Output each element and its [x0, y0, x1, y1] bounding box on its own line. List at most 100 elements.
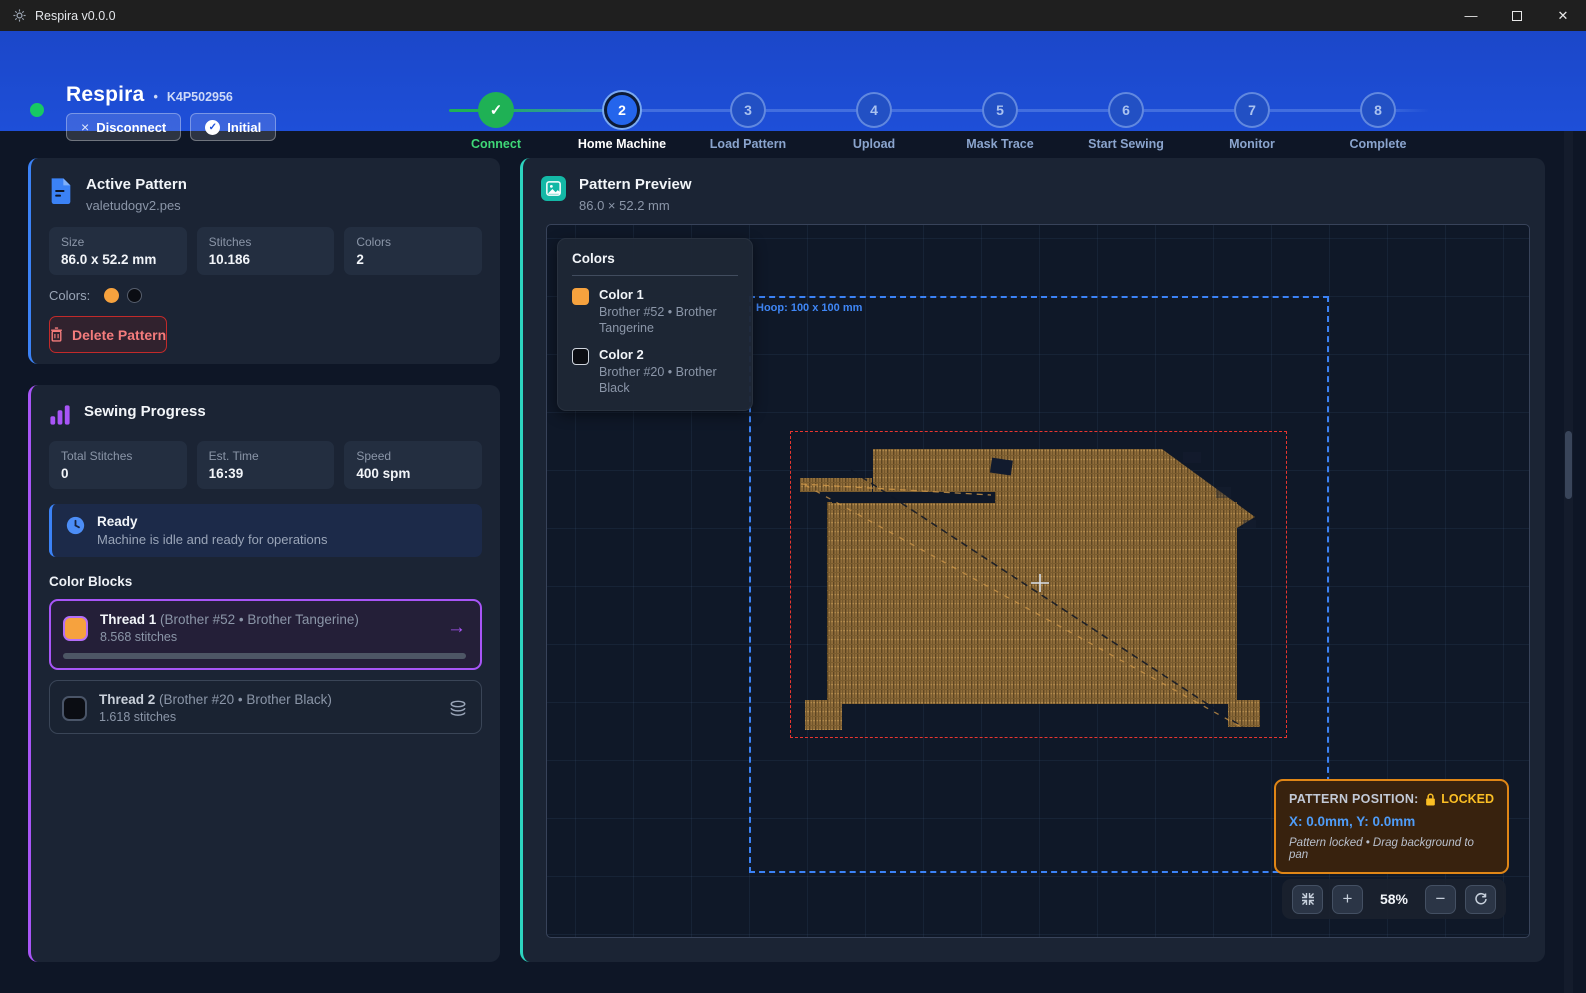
locked-badge: LOCKED	[1425, 792, 1494, 806]
stat-stitches: Stitches 10.186	[197, 227, 335, 275]
step-label: Mask Trace	[966, 137, 1033, 151]
initial-label: Initial	[227, 120, 261, 135]
reset-view-button[interactable]	[1465, 885, 1496, 914]
zoom-toolbar: + 58% −	[1282, 879, 1506, 919]
check-circle-icon: ✓	[205, 120, 220, 135]
hoop-label: Hoop: 100 x 100 mm	[756, 302, 862, 314]
legend-color-detail: Brother #20 • Brother Black	[599, 365, 738, 396]
zoom-out-button[interactable]: −	[1425, 885, 1456, 914]
disconnect-button[interactable]: × Disconnect	[66, 113, 181, 141]
step-home-machine[interactable]: 2 Home Machine	[559, 62, 685, 151]
pattern-preview-title: Pattern Preview	[579, 176, 692, 193]
step-label: Connect	[471, 137, 521, 151]
step-number: 5	[982, 92, 1018, 128]
legend-swatch-tangerine	[572, 288, 589, 305]
image-icon	[541, 176, 566, 201]
reset-view-icon	[1474, 892, 1488, 906]
position-note: Pattern locked • Drag background to pan	[1289, 837, 1494, 861]
stat-value: 10.186	[209, 252, 323, 267]
step-mask-trace[interactable]: 5 Mask Trace	[937, 62, 1063, 151]
thread-name-bold: Thread 1	[100, 612, 156, 627]
maximize-icon	[1512, 11, 1522, 21]
step-label: Upload	[853, 137, 895, 151]
step-number: 4	[856, 92, 892, 128]
legend-swatch-black	[572, 348, 589, 365]
maximize-button[interactable]	[1494, 0, 1540, 31]
step-number: 7	[1234, 92, 1270, 128]
minimize-button[interactable]: —	[1448, 0, 1494, 31]
disconnect-label: Disconnect	[96, 120, 166, 135]
position-label: PATTERN POSITION:	[1289, 792, 1419, 806]
locked-label: LOCKED	[1441, 792, 1494, 806]
close-button[interactable]: ✕	[1540, 0, 1586, 31]
machine-status-banner: Ready Machine is idle and ready for oper…	[49, 504, 482, 557]
stat-est-time: Est. Time 16:39	[197, 441, 335, 489]
connection-status-dot	[30, 103, 44, 117]
step-label: Load Pattern	[710, 137, 786, 151]
stat-value: 86.0 x 52.2 mm	[61, 252, 175, 267]
brand-title: Respira	[66, 83, 144, 107]
pattern-position-overlay: PATTERN POSITION: LOCKED X: 0.0mm, Y: 0.…	[1274, 779, 1509, 874]
step-label: Home Machine	[578, 137, 666, 151]
legend-title: Colors	[572, 251, 738, 276]
separator: •	[153, 90, 157, 104]
pattern-dimensions: 86.0 × 52.2 mm	[579, 198, 692, 213]
thread-name-bold: Thread 2	[99, 692, 155, 707]
scrollbar-thumb[interactable]	[1565, 431, 1572, 499]
zoom-in-button[interactable]: +	[1332, 885, 1363, 914]
vertical-scrollbar[interactable]	[1564, 131, 1573, 993]
step-label: Start Sewing	[1088, 137, 1164, 151]
colors-label: Colors:	[49, 288, 90, 303]
pattern-preview-card: Pattern Preview 86.0 × 52.2 mm Colors Co…	[520, 158, 1545, 962]
step-number: 6	[1108, 92, 1144, 128]
workflow-stepper: ✓ Connect 2 Home Machine 3 Load Pattern …	[433, 62, 1463, 162]
color-blocks-heading: Color Blocks	[31, 557, 500, 589]
thread-1-stitches: 8.568 stitches	[100, 630, 359, 644]
thread-2-block[interactable]: Thread 2 (Brother #20 • Brother Black) 1…	[49, 680, 482, 734]
close-icon: ×	[81, 119, 89, 135]
lock-icon	[1425, 793, 1436, 806]
titlebar: Respira v0.0.0 — ✕	[0, 0, 1586, 31]
machine-serial: K4P502956	[167, 90, 233, 104]
step-load-pattern[interactable]: 3 Load Pattern	[685, 62, 811, 151]
thread-1-progress-bar	[63, 653, 466, 659]
step-connect[interactable]: ✓ Connect	[433, 62, 559, 151]
step-label: Monitor	[1229, 137, 1275, 151]
pattern-bounds	[790, 431, 1287, 738]
step-start-sewing[interactable]: 6 Start Sewing	[1063, 62, 1189, 151]
fit-to-screen-button[interactable]	[1292, 885, 1323, 914]
stat-label: Total Stitches	[61, 449, 175, 463]
stat-value: 16:39	[209, 466, 323, 481]
step-upload[interactable]: 4 Upload	[811, 62, 937, 151]
thread-1-block[interactable]: Thread 1 (Brother #52 • Brother Tangerin…	[49, 599, 482, 670]
color-swatch-tangerine	[104, 288, 119, 303]
active-pattern-card: Active Pattern valetudogv2.pes Size 86.0…	[28, 158, 500, 364]
stat-label: Stitches	[209, 235, 323, 249]
window-title: Respira v0.0.0	[35, 9, 116, 23]
header: Respira • K4P502956 × Disconnect ✓ Initi…	[0, 31, 1586, 131]
legend-color-name: Color 2	[599, 347, 738, 362]
thread-2-stitches: 1.618 stitches	[99, 710, 332, 724]
thread-detail: (Brother #52 • Brother Tangerine)	[160, 612, 359, 627]
app-window: Respira v0.0.0 — ✕ Respira • K4P502956 ×…	[0, 0, 1586, 993]
initial-button[interactable]: ✓ Initial	[190, 113, 276, 141]
stat-label: Colors	[356, 235, 470, 249]
step-number: 8	[1360, 92, 1396, 128]
legend-color-detail: Brother #52 • Brother Tangerine	[599, 305, 729, 336]
active-pattern-title: Active Pattern	[86, 176, 187, 193]
step-monitor[interactable]: 7 Monitor	[1189, 62, 1315, 151]
position-coordinates: X: 0.0mm, Y: 0.0mm	[1289, 814, 1494, 829]
sewing-progress-card: Sewing Progress Total Stitches 0 Est. Ti…	[28, 385, 500, 962]
thread-2-name: Thread 2 (Brother #20 • Brother Black)	[99, 692, 332, 707]
delete-pattern-button[interactable]: Delete Pattern	[49, 316, 167, 353]
status-title: Ready	[97, 514, 328, 529]
app-icon	[12, 8, 27, 23]
preview-canvas[interactable]: Colors Color 1 Brother #52 • Brother Tan…	[546, 224, 1530, 938]
stat-colors: Colors 2	[344, 227, 482, 275]
status-description: Machine is idle and ready for operations	[97, 532, 328, 547]
legend-item-color2: Color 2 Brother #20 • Brother Black	[572, 347, 738, 396]
thread-2-swatch	[62, 696, 87, 721]
step-complete[interactable]: 8 Complete	[1315, 62, 1441, 151]
arrow-right-icon: →	[447, 617, 466, 639]
step-label: Complete	[1350, 137, 1407, 151]
